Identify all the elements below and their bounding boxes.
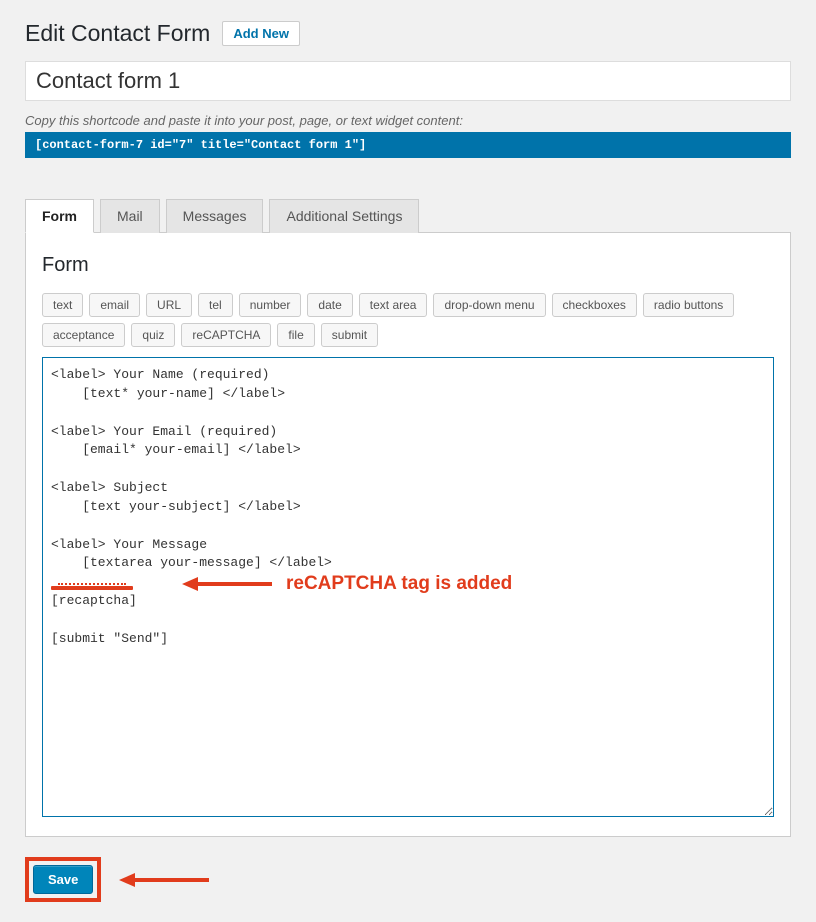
- tab-panel-form: Form text email URL tel number date text…: [25, 232, 791, 837]
- arrow-left-icon: [119, 871, 209, 889]
- save-highlight-box: Save: [25, 857, 101, 902]
- tab-form[interactable]: Form: [25, 199, 94, 233]
- page-title: Edit Contact Form: [25, 20, 210, 47]
- tag-button-row: text email URL tel number date text area…: [42, 293, 774, 347]
- tag-btn-dropdown[interactable]: drop-down menu: [433, 293, 545, 317]
- save-row: Save: [25, 857, 791, 902]
- tag-btn-textarea[interactable]: text area: [359, 293, 428, 317]
- tag-btn-recaptcha[interactable]: reCAPTCHA: [181, 323, 271, 347]
- tab-messages[interactable]: Messages: [166, 199, 264, 233]
- tag-btn-text[interactable]: text: [42, 293, 83, 317]
- save-button[interactable]: Save: [33, 865, 93, 894]
- page-header: Edit Contact Form Add New: [25, 20, 791, 47]
- tag-btn-file[interactable]: file: [277, 323, 314, 347]
- panel-heading: Form: [42, 254, 774, 277]
- shortcode-display[interactable]: [contact-form-7 id="7" title="Contact fo…: [25, 132, 791, 158]
- tag-btn-submit[interactable]: submit: [321, 323, 378, 347]
- form-title-input[interactable]: [25, 61, 791, 101]
- tag-btn-radio[interactable]: radio buttons: [643, 293, 734, 317]
- tag-btn-number[interactable]: number: [239, 293, 302, 317]
- tag-btn-email[interactable]: email: [89, 293, 140, 317]
- tag-btn-date[interactable]: date: [307, 293, 352, 317]
- tag-btn-acceptance[interactable]: acceptance: [42, 323, 125, 347]
- tab-additional-settings[interactable]: Additional Settings: [269, 199, 419, 233]
- tag-btn-tel[interactable]: tel: [198, 293, 233, 317]
- tab-mail[interactable]: Mail: [100, 199, 160, 233]
- tag-btn-quiz[interactable]: quiz: [131, 323, 175, 347]
- form-template-textarea[interactable]: [42, 357, 774, 817]
- tag-btn-checkboxes[interactable]: checkboxes: [552, 293, 637, 317]
- add-new-button[interactable]: Add New: [222, 21, 300, 46]
- tag-btn-url[interactable]: URL: [146, 293, 192, 317]
- shortcode-helper-text: Copy this shortcode and paste it into yo…: [25, 113, 791, 128]
- tabs-bar: Form Mail Messages Additional Settings: [25, 198, 791, 233]
